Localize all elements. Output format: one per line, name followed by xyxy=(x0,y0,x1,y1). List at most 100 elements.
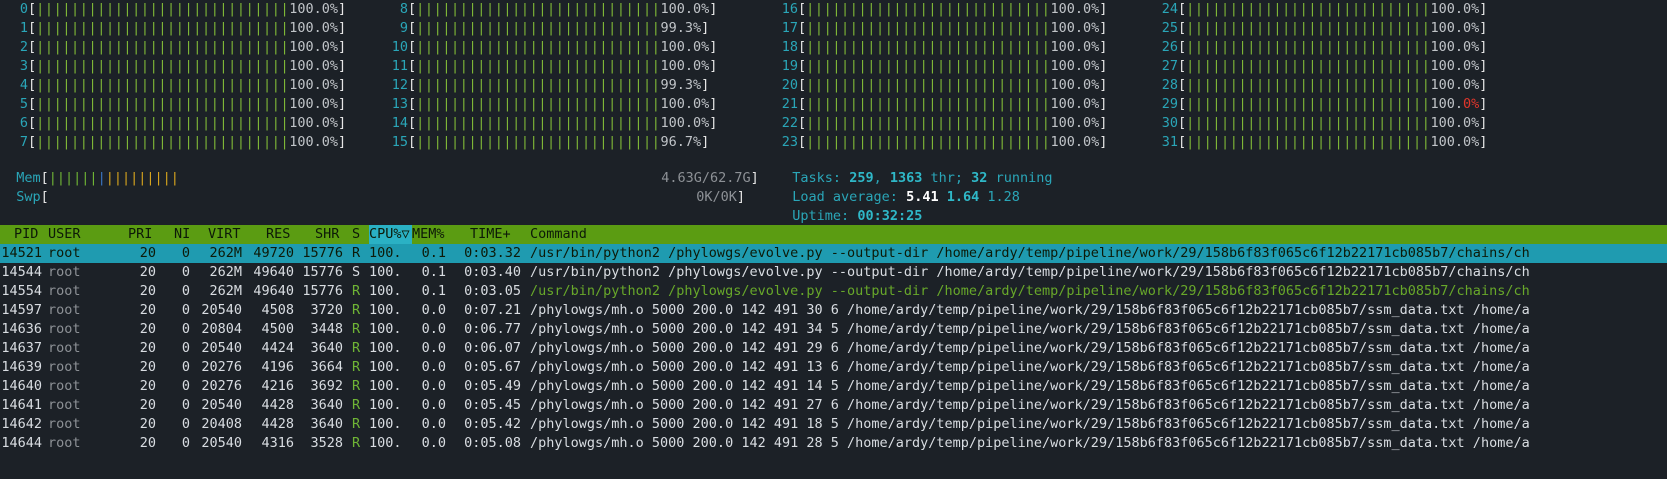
cpu-percent: 99.3% xyxy=(660,20,702,36)
cpu-id: 16 xyxy=(781,1,798,17)
col-ni[interactable]: NI xyxy=(174,225,190,244)
col-virt[interactable]: VIRT xyxy=(208,225,241,244)
col-command[interactable]: Command xyxy=(530,225,587,244)
process-pid: 14644 xyxy=(1,435,42,451)
process-row[interactable]: 14639 root 20 0 20276 4196 3664 R 100. 0.0 0:05.67… xyxy=(0,358,1667,377)
cpu-percent: 100.0% xyxy=(1430,58,1480,74)
cpu-bracket-close: ] xyxy=(701,20,710,36)
process-time: 0:05.08 xyxy=(464,435,521,451)
cpu-bracket-open: [ xyxy=(798,58,807,74)
cpu-meter: 12[||||||||||||||||||||||||||||99.3%] xyxy=(380,76,710,95)
cpu-bracket-open: [ xyxy=(28,58,37,74)
process-row[interactable]: 14641 root 20 0 20540 4428 3640 R 100. 0.0 0:05.45… xyxy=(0,396,1667,415)
cpu-meter: 18[||||||||||||||||||||||||||||100.0%] xyxy=(770,38,1108,57)
process-s: R xyxy=(352,340,361,356)
col-shr[interactable]: SHR xyxy=(315,225,339,244)
process-row[interactable]: 14554 root 20 0 262M 49640 15776 R 100. 0.1 0:03.0… xyxy=(0,282,1667,301)
process-virt: 20540 xyxy=(201,302,242,318)
cpu-bar: ||||||||||||||||||||||||||||| xyxy=(36,96,290,112)
process-row[interactable]: 14597 root 20 0 20540 4508 3720 R 100. 0.0 0:07.21… xyxy=(0,301,1667,320)
process-row[interactable]: 14544 root 20 0 262M 49640 15776 S 100. 0.1 0:03.4… xyxy=(0,263,1667,282)
process-pri: 20 xyxy=(139,416,156,432)
col-time[interactable]: TIME+ xyxy=(470,225,511,244)
cpu-meter: 31[||||||||||||||||||||||||||||100.0%] xyxy=(1150,133,1488,152)
process-user: root xyxy=(48,245,81,261)
cpu-bracket-open: [ xyxy=(1178,58,1187,74)
cpu-id: 20 xyxy=(781,77,798,93)
process-res: 4316 xyxy=(261,435,294,451)
process-cpu: 100. xyxy=(369,378,402,394)
process-user: root xyxy=(48,397,81,413)
process-pri: 20 xyxy=(139,302,156,318)
col-pid[interactable]: PID xyxy=(14,225,38,244)
cpu-meter: 22[||||||||||||||||||||||||||||100.0%] xyxy=(770,114,1108,133)
cpu-bracket-open: [ xyxy=(798,1,807,17)
process-s: R xyxy=(352,245,361,261)
process-row[interactable]: 14642 root 20 0 20408 4428 3640 R 100. 0.0 0:05.42… xyxy=(0,415,1667,434)
col-pri[interactable]: PRI xyxy=(128,225,152,244)
process-mem: 0.1 xyxy=(421,264,446,280)
process-row[interactable]: 14644 root 20 0 20540 4316 3528 R 100. 0.0 0:05.08… xyxy=(0,434,1667,453)
cpu-bracket-open: [ xyxy=(1178,39,1187,55)
cpu-bracket-open: [ xyxy=(408,39,417,55)
col-state[interactable]: S xyxy=(352,225,360,244)
process-time: 0:05.67 xyxy=(464,359,521,375)
mem-bar-used: |||||| xyxy=(48,170,98,186)
process-s: S xyxy=(352,264,361,280)
cpu-id: 13 xyxy=(391,96,408,112)
process-virt: 262M xyxy=(209,245,242,261)
cpu-bracket-close: ] xyxy=(1479,39,1488,55)
process-user: root xyxy=(48,264,81,280)
col-mem[interactable]: MEM% xyxy=(412,225,445,244)
cpu-bracket-open: [ xyxy=(408,20,417,36)
cpu-bar: |||||||||||||||||||||||||||| xyxy=(416,134,661,150)
cpu-bracket-close: ] xyxy=(338,96,347,112)
process-cpu: 100. xyxy=(369,264,402,280)
process-command: /phylowgs/mh.o 5000 200.0 142 491 27 6 /… xyxy=(530,397,1530,413)
process-row[interactable]: 14521 root 20 0 262M 49720 15776 R 100. 0.1 0:03.3… xyxy=(0,244,1667,263)
cpu-bracket-close: ] xyxy=(709,1,718,17)
process-row[interactable]: 14636 root 20 0 20804 4500 3448 R 100. 0.0 0:06.77… xyxy=(0,320,1667,339)
process-command: /phylowgs/mh.o 5000 200.0 142 491 30 6 /… xyxy=(530,302,1530,318)
cpu-bar: |||||||||||||||||||||||||||| xyxy=(1186,115,1431,131)
cpu-meter: 29[||||||||||||||||||||||||||||100.0%] xyxy=(1150,95,1488,114)
process-s: R xyxy=(352,321,361,337)
process-row[interactable]: 14637 root 20 0 20540 4424 3640 R 100. 0.0 0:06.07… xyxy=(0,339,1667,358)
cpu-bracket-open: [ xyxy=(28,134,37,150)
cpu-id: 19 xyxy=(781,58,798,74)
col-res[interactable]: RES xyxy=(266,225,290,244)
cpu-meter: 4[|||||||||||||||||||||||||||||100.0%] xyxy=(0,76,346,95)
cpu-bracket-open: [ xyxy=(28,115,37,131)
col-cpu-sorted[interactable]: CPU%▽ xyxy=(369,225,412,244)
process-time: 0:05.42 xyxy=(464,416,521,432)
cpu-bracket-close: ] xyxy=(1479,20,1488,36)
process-s: R xyxy=(352,359,361,375)
cpu-percent: 100.0% xyxy=(289,1,339,17)
cpu-bracket-close: ] xyxy=(338,1,347,17)
process-s: R xyxy=(352,397,361,413)
cpu-bar: |||||||||||||||||||||||||||| xyxy=(806,58,1051,74)
cpu-id: 22 xyxy=(781,115,798,131)
process-pri: 20 xyxy=(139,359,156,375)
process-virt: 20276 xyxy=(201,359,242,375)
process-command: /phylowgs/mh.o 5000 200.0 142 491 13 6 /… xyxy=(530,359,1530,375)
process-row[interactable]: 14640 root 20 0 20276 4216 3692 R 100. 0.0 0:05.49… xyxy=(0,377,1667,396)
process-ni: 0 xyxy=(181,416,190,432)
cpu-percent: 100.0% xyxy=(1050,96,1100,112)
process-pri: 20 xyxy=(139,397,156,413)
cpu-bar: ||||||||||||||||||||||||||||| xyxy=(36,134,290,150)
process-ni: 0 xyxy=(181,378,190,394)
cpu-id: 11 xyxy=(391,58,408,74)
cpu-percent: 100.0% xyxy=(1430,1,1480,17)
process-shr: 3640 xyxy=(310,397,343,413)
col-user[interactable]: USER xyxy=(48,225,81,244)
cpu-bar: |||||||||||||||||||||||||||| xyxy=(416,20,661,36)
process-mem: 0.0 xyxy=(421,321,446,337)
cpu-percent: 100.0% xyxy=(289,77,339,93)
process-user: root xyxy=(48,283,81,299)
cpu-id: 26 xyxy=(1161,39,1178,55)
process-time: 0:03.32 xyxy=(464,245,521,261)
cpu-meter: 21[||||||||||||||||||||||||||||100.0%] xyxy=(770,95,1108,114)
process-virt: 262M xyxy=(209,283,242,299)
cpu-meter: 28[||||||||||||||||||||||||||||100.0%] xyxy=(1150,76,1488,95)
